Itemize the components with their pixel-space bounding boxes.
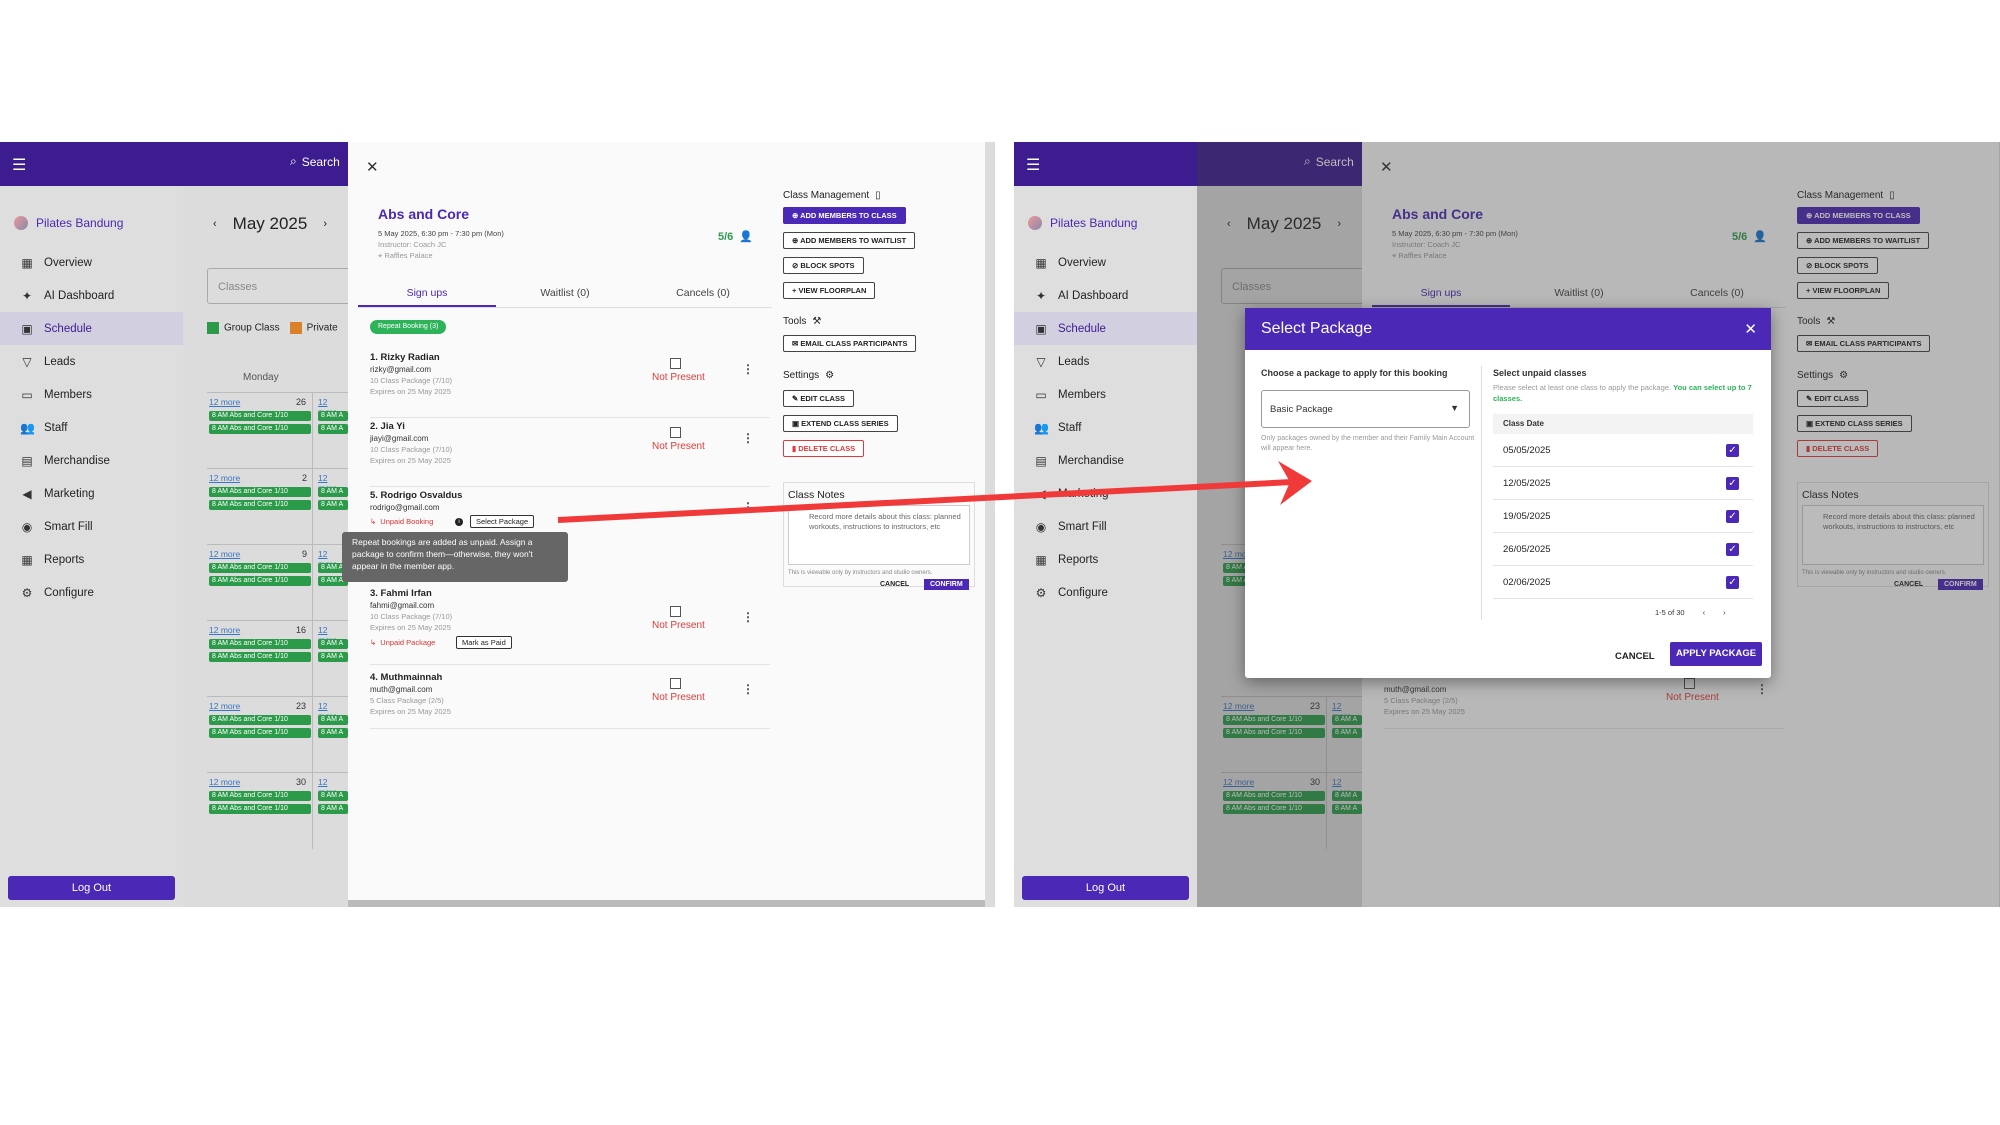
annotation-arrow (557, 461, 1312, 523)
arrow-shaft (557, 479, 1293, 523)
